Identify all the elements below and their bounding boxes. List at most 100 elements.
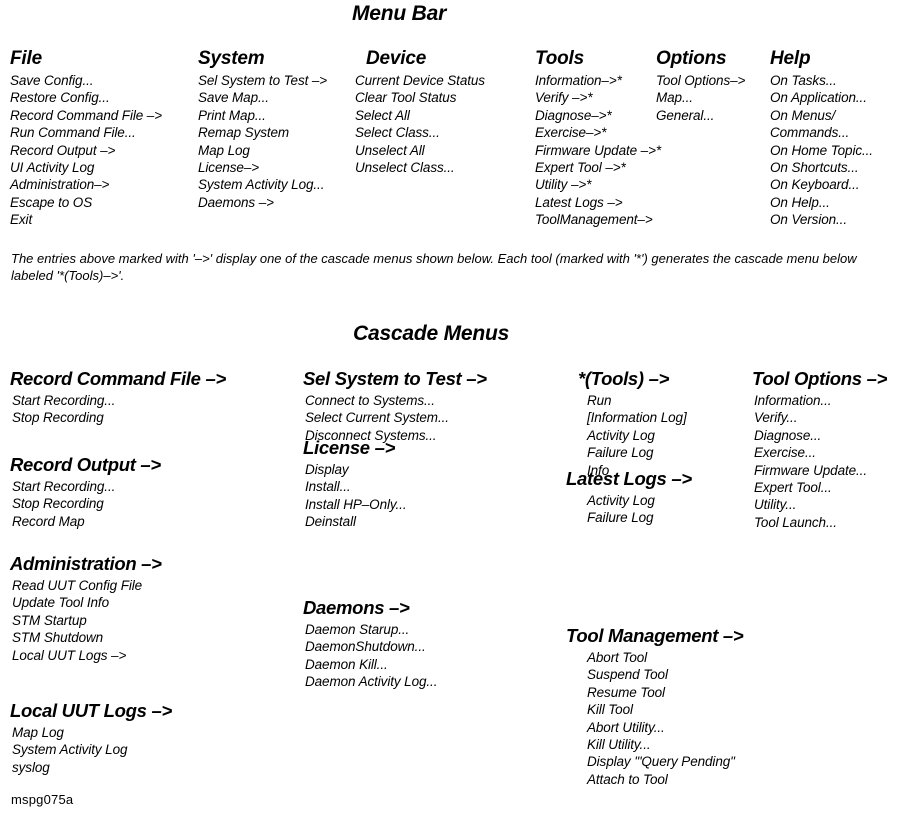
menu-item[interactable]: Install... bbox=[305, 478, 407, 495]
menu-item[interactable]: Daemon Starup... bbox=[305, 621, 437, 638]
menu-item[interactable]: Kill Tool bbox=[587, 701, 743, 718]
menu-item[interactable]: Firmware Update... bbox=[754, 462, 887, 479]
menu-item[interactable]: Failure Log bbox=[587, 444, 687, 461]
menu-item[interactable]: On Shortcuts... bbox=[770, 159, 873, 176]
menu-item[interactable]: Install HP–Only... bbox=[305, 496, 407, 513]
menu-item[interactable]: On Tasks... bbox=[770, 72, 873, 89]
menu-item[interactable]: Remap System bbox=[198, 124, 327, 141]
menu-item[interactable]: Unselect Class... bbox=[355, 159, 485, 176]
menu-item[interactable]: Commands... bbox=[770, 124, 873, 141]
menu-item[interactable]: Restore Config... bbox=[10, 89, 162, 106]
menu-item[interactable]: Information–>* bbox=[535, 72, 661, 89]
menu-item[interactable]: Record Output –> bbox=[10, 142, 162, 159]
menu-item[interactable]: License–> bbox=[198, 159, 327, 176]
cascade-item-list: Abort Tool Suspend Tool Resume Tool Kill… bbox=[566, 649, 743, 788]
menu-item[interactable]: Stop Recording bbox=[12, 495, 161, 512]
cascade-group-daemons: Daemons –> Daemon Starup... DaemonShutdo… bbox=[303, 597, 437, 691]
menu-item[interactable]: Expert Tool –>* bbox=[535, 159, 661, 176]
menu-item[interactable]: Unselect All bbox=[355, 142, 485, 159]
menu-item[interactable]: ToolManagement–> bbox=[535, 211, 661, 228]
menu-item[interactable]: Exercise–>* bbox=[535, 124, 661, 141]
menu-item[interactable]: Expert Tool... bbox=[754, 479, 887, 496]
menu-item[interactable]: On Menus/ bbox=[770, 107, 873, 124]
menu-item[interactable]: Resume Tool bbox=[587, 684, 743, 701]
menu-item[interactable]: Print Map... bbox=[198, 107, 327, 124]
menu-item[interactable]: Firmware Update –>* bbox=[535, 142, 661, 159]
menu-item[interactable]: [Information Log] bbox=[587, 409, 687, 426]
menu-item[interactable]: Record Command File –> bbox=[10, 107, 162, 124]
menu-item[interactable]: Run Command File... bbox=[10, 124, 162, 141]
document-id-code: mspg075a bbox=[11, 792, 74, 807]
menu-item[interactable]: On Application... bbox=[770, 89, 873, 106]
menu-item[interactable]: Select All bbox=[355, 107, 485, 124]
menu-item[interactable]: Display bbox=[305, 461, 407, 478]
menu-item[interactable]: Map Log bbox=[198, 142, 327, 159]
menu-item[interactable]: On Version... bbox=[770, 211, 873, 228]
menu-item[interactable]: Run bbox=[587, 392, 687, 409]
menu-item[interactable]: Deinstall bbox=[305, 513, 407, 530]
menu-item[interactable]: Map Log bbox=[12, 724, 172, 741]
menu-item[interactable]: Exercise... bbox=[754, 444, 887, 461]
menu-item[interactable]: Information... bbox=[754, 392, 887, 409]
menu-item[interactable]: Latest Logs –> bbox=[535, 194, 661, 211]
menu-item[interactable]: On Home Topic... bbox=[770, 142, 873, 159]
menu-item[interactable]: Select Current System... bbox=[305, 409, 487, 426]
menu-item[interactable]: On Help... bbox=[770, 194, 873, 211]
menu-item[interactable]: Save Config... bbox=[10, 72, 162, 89]
cascade-group-tool-management: Tool Management –> Abort Tool Suspend To… bbox=[566, 625, 744, 788]
menu-item[interactable]: Abort Tool bbox=[587, 649, 743, 666]
menu-item[interactable]: On Keyboard... bbox=[770, 176, 873, 193]
menu-item[interactable]: Daemon Activity Log... bbox=[305, 673, 437, 690]
menu-item[interactable]: System Activity Log... bbox=[198, 176, 327, 193]
menu-item[interactable]: Diagnose–>* bbox=[535, 107, 661, 124]
cascade-item-list: Display Install... Install HP–Only... De… bbox=[303, 461, 407, 531]
menu-item[interactable]: Utility –>* bbox=[535, 176, 661, 193]
menu-item[interactable]: Suspend Tool bbox=[587, 666, 743, 683]
menu-item[interactable]: Exit bbox=[10, 211, 162, 228]
menu-item[interactable]: Tool Launch... bbox=[754, 514, 887, 531]
menu-item[interactable]: Start Recording... bbox=[12, 392, 226, 409]
menu-item[interactable]: Abort Utility... bbox=[587, 719, 743, 736]
menu-item[interactable]: Kill Utility... bbox=[587, 736, 743, 753]
menu-item[interactable]: Failure Log bbox=[587, 509, 692, 526]
menu-item[interactable]: Attach to Tool bbox=[587, 771, 743, 788]
menu-item[interactable]: Diagnose... bbox=[754, 427, 887, 444]
menu-column-device-items: Current Device Status Clear Tool Status … bbox=[355, 72, 485, 176]
menu-item[interactable]: Stop Recording bbox=[12, 409, 226, 426]
menu-item[interactable]: UI Activity Log bbox=[10, 159, 162, 176]
menu-item[interactable]: Connect to Systems... bbox=[305, 392, 487, 409]
menu-item[interactable]: Local UUT Logs –> bbox=[12, 647, 162, 664]
menu-item[interactable]: Escape to OS bbox=[10, 194, 162, 211]
menu-item[interactable]: Administration–> bbox=[10, 176, 162, 193]
cascade-header: Tool Options –> bbox=[752, 368, 888, 389]
menu-item[interactable]: Verify –>* bbox=[535, 89, 661, 106]
menu-item[interactable]: Map... bbox=[656, 89, 745, 106]
menu-item[interactable]: Daemon Kill... bbox=[305, 656, 437, 673]
menu-item[interactable]: STM Startup bbox=[12, 612, 162, 629]
menu-item[interactable]: Display '"Query Pending" bbox=[587, 753, 743, 770]
menu-item[interactable]: STM Shutdown bbox=[12, 629, 162, 646]
menu-item[interactable]: Sel System to Test –> bbox=[198, 72, 327, 89]
menu-item[interactable]: syslog bbox=[12, 759, 172, 776]
menu-item[interactable]: Select Class... bbox=[355, 124, 485, 141]
menu-item[interactable]: Save Map... bbox=[198, 89, 327, 106]
menu-item[interactable]: General... bbox=[656, 107, 745, 124]
menu-item[interactable]: Utility... bbox=[754, 496, 887, 513]
menu-item[interactable]: Record Map bbox=[12, 513, 161, 530]
menu-item[interactable]: Current Device Status bbox=[355, 72, 485, 89]
cascade-item-list: Activity Log Failure Log bbox=[566, 492, 692, 527]
menu-item[interactable]: Start Recording... bbox=[12, 478, 161, 495]
menu-item[interactable]: Activity Log bbox=[587, 427, 687, 444]
cascade-header: Daemons –> bbox=[303, 597, 410, 618]
menu-column-help-header: Help bbox=[770, 48, 811, 69]
menu-item[interactable]: Daemons –> bbox=[198, 194, 327, 211]
menu-item[interactable]: Tool Options–> bbox=[656, 72, 745, 89]
cascade-group-latest-logs: Latest Logs –> Activity Log Failure Log bbox=[566, 468, 692, 527]
menu-item[interactable]: Activity Log bbox=[587, 492, 692, 509]
menu-item[interactable]: Clear Tool Status bbox=[355, 89, 485, 106]
menu-item[interactable]: DaemonShutdown... bbox=[305, 638, 437, 655]
menu-item[interactable]: System Activity Log bbox=[12, 741, 172, 758]
menu-item[interactable]: Update Tool Info bbox=[12, 594, 162, 611]
menu-item[interactable]: Verify... bbox=[754, 409, 887, 426]
menu-item[interactable]: Read UUT Config File bbox=[12, 577, 162, 594]
